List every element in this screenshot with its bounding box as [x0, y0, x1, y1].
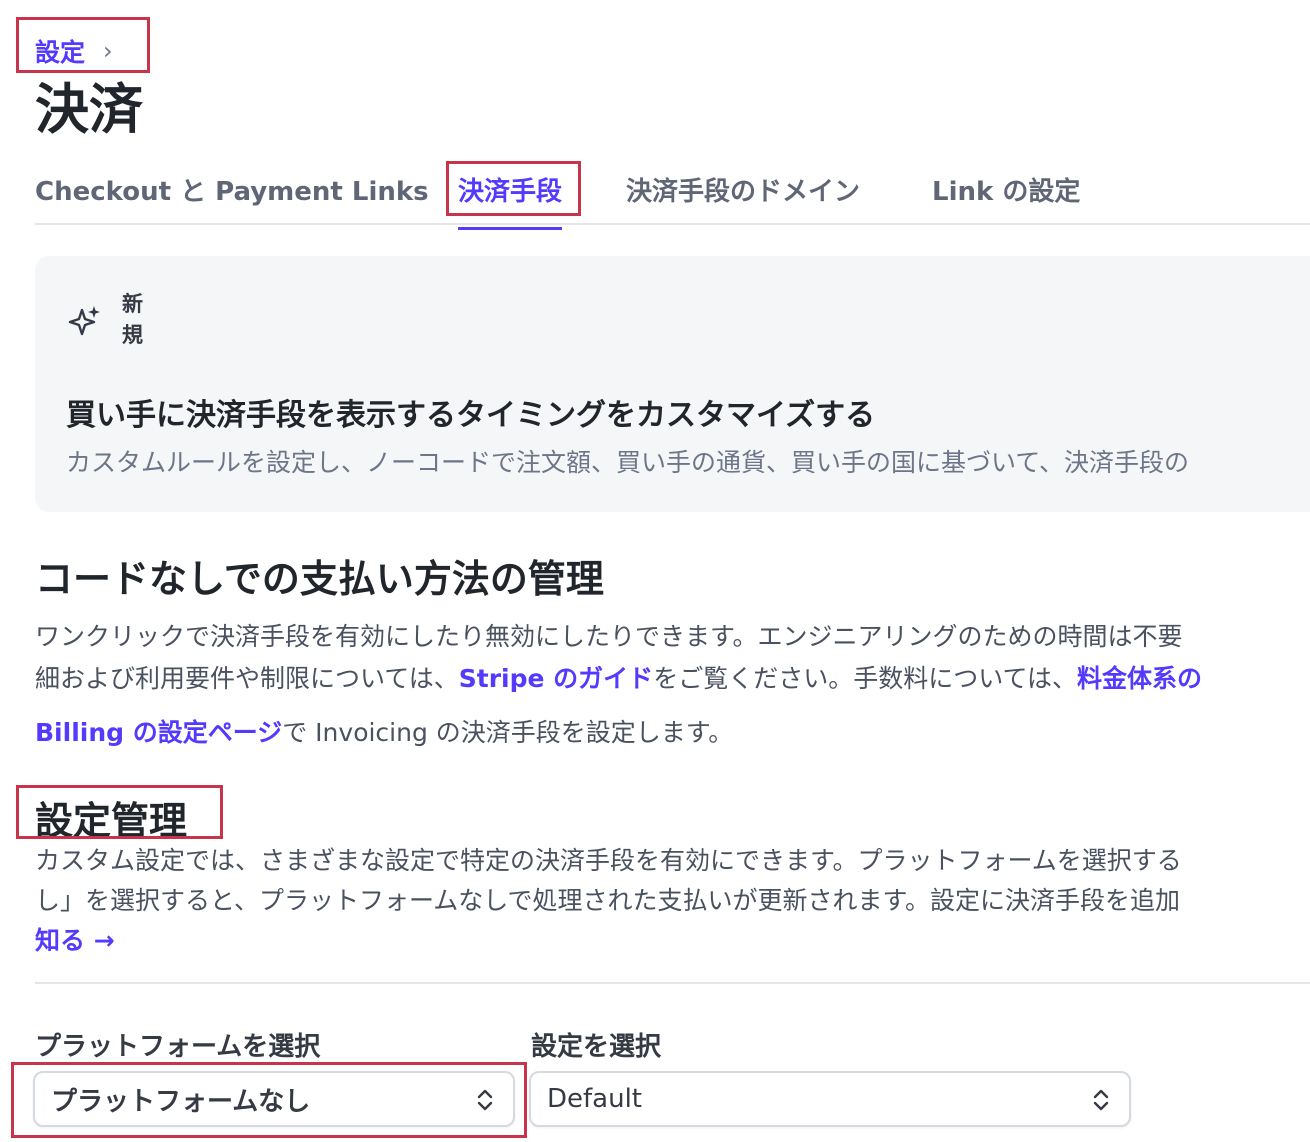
tab-link-settings[interactable]: Link の設定	[932, 171, 1080, 208]
section-description: ワンクリックで決済手段を有効にしたり無効にしたりできます。エンジニアリングのため…	[35, 616, 1310, 700]
settings-description-line1: カスタム設定では、さまざまな設定で特定の決済手段を有効にできます。プラットフォー…	[35, 846, 1182, 875]
highlight-platform-select	[11, 1062, 527, 1138]
stripe-guide-link[interactable]: Stripe のガイド	[459, 664, 653, 693]
chevron-up-down-icon	[1093, 1089, 1109, 1111]
billing-settings-line: Billing の設定ページで Invoicing の決済手段を設定します。	[35, 713, 733, 749]
new-badge: 新規	[122, 292, 143, 347]
section-description-line2: 細および利用要件や制限については、Stripe のガイドをご覧ください。手数料に…	[35, 658, 1310, 700]
divider	[35, 982, 1310, 984]
promo-description: カスタムルールを設定し、ノーコードで注文額、買い手の通貨、買い手の国に基づいて、…	[66, 448, 1190, 477]
tab-payment-method-domains[interactable]: 決済手段のドメイン	[626, 171, 860, 208]
learn-more-link[interactable]: 知る →	[35, 921, 115, 957]
config-select[interactable]: Default	[529, 1071, 1131, 1127]
config-select-label: 設定を選択	[531, 1032, 662, 1062]
billing-settings-text: で Invoicing の決済手段を設定します。	[282, 718, 734, 747]
text-fragment: 細および利用要件や制限については、	[35, 664, 459, 693]
highlight-active-tab	[446, 161, 581, 216]
highlight-settings-title	[16, 785, 223, 839]
section-title: コードなしでの支払い方法の管理	[35, 557, 604, 601]
settings-description: カスタム設定では、さまざまな設定で特定の決済手段を有効にできます。プラットフォー…	[35, 841, 1310, 921]
promo-card: 新規 買い手に決済手段を表示するタイミングをカスタマイズする カスタムルールを設…	[35, 256, 1310, 512]
promo-title: 買い手に決済手段を表示するタイミングをカスタマイズする	[66, 398, 876, 433]
config-select-value: Default	[547, 1084, 642, 1114]
platform-select-label: プラットフォームを選択	[35, 1032, 321, 1062]
settings-description-line2: し」を選択すると、プラットフォームなしで処理された支払いが更新されます。設定に決…	[35, 886, 1181, 915]
sparkle-icon	[68, 306, 100, 336]
section-description-line1: ワンクリックで決済手段を有効にしたり無効にしたりできます。エンジニアリングのため…	[35, 622, 1183, 651]
pricing-link[interactable]: 料金体系の	[1077, 664, 1202, 693]
highlight-breadcrumb	[16, 17, 150, 73]
text-fragment: をご覧ください。手数料については、	[653, 664, 1077, 693]
billing-settings-link[interactable]: Billing の設定ページ	[35, 718, 282, 747]
tab-checkout-payment-links[interactable]: Checkout と Payment Links	[35, 171, 429, 208]
page-title: 決済	[35, 78, 143, 141]
tab-bar: Checkout と Payment Links 決済手段 決済手段のドメイン …	[35, 165, 1310, 230]
